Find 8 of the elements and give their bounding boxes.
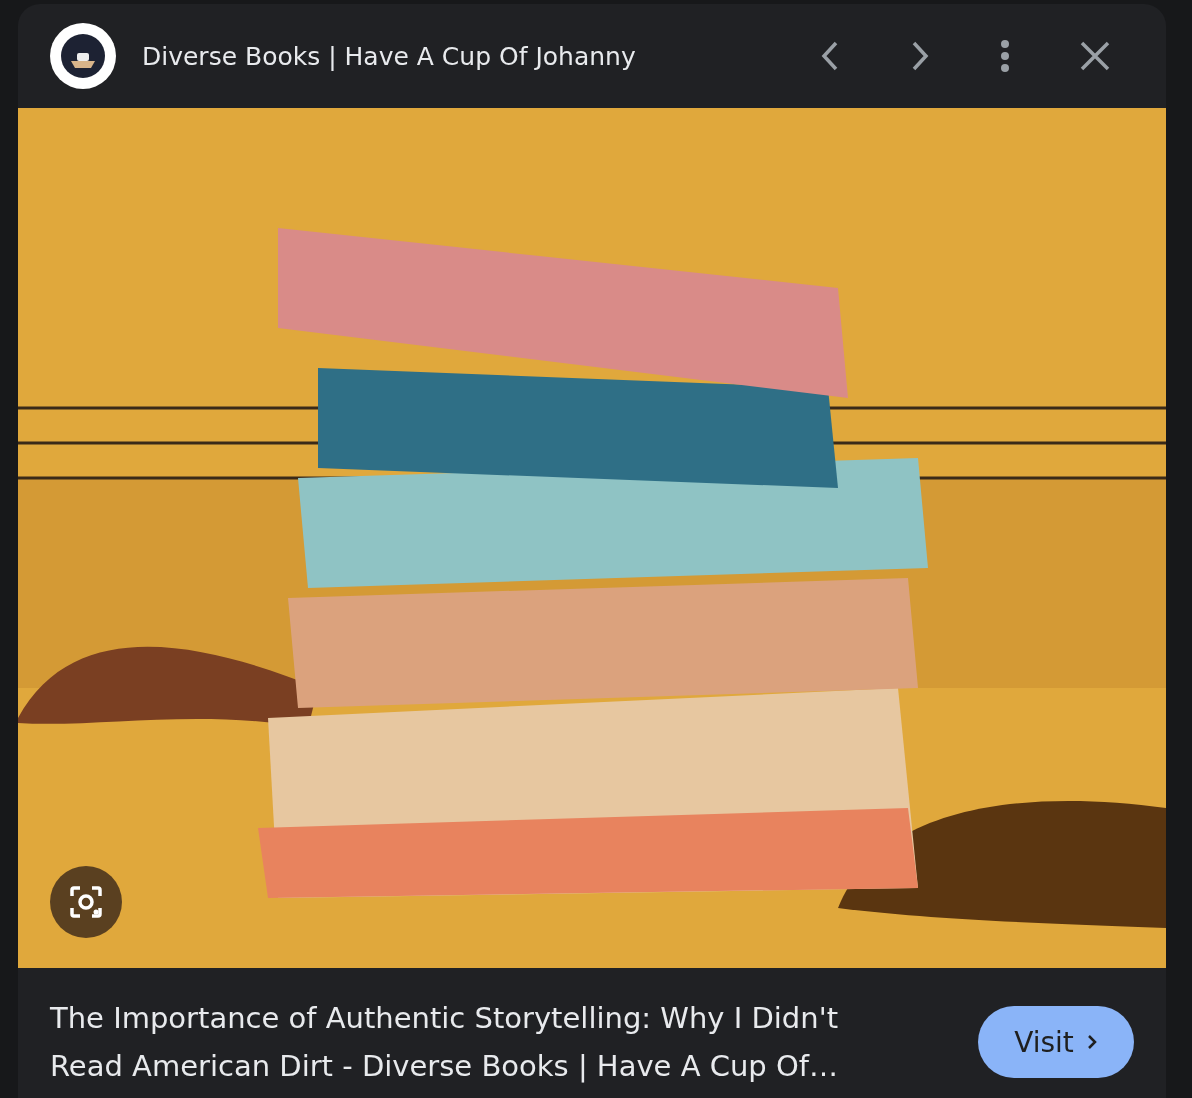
close-icon[interactable] bbox=[1080, 41, 1110, 71]
next-icon[interactable] bbox=[910, 40, 930, 72]
source-title[interactable]: Diverse Books | Have A Cup Of Johanny bbox=[142, 41, 636, 71]
chevron-icon bbox=[1085, 1034, 1098, 1050]
result-title[interactable]: The Importance of Authentic Storytelling: Why I Didn't Read American Dirt - Diverse Books | Have A Cup Of… bbox=[50, 994, 910, 1090]
more-icon[interactable] bbox=[1000, 39, 1010, 73]
previous-icon[interactable] bbox=[820, 40, 840, 72]
visit-button[interactable]: Visit bbox=[978, 1006, 1134, 1078]
